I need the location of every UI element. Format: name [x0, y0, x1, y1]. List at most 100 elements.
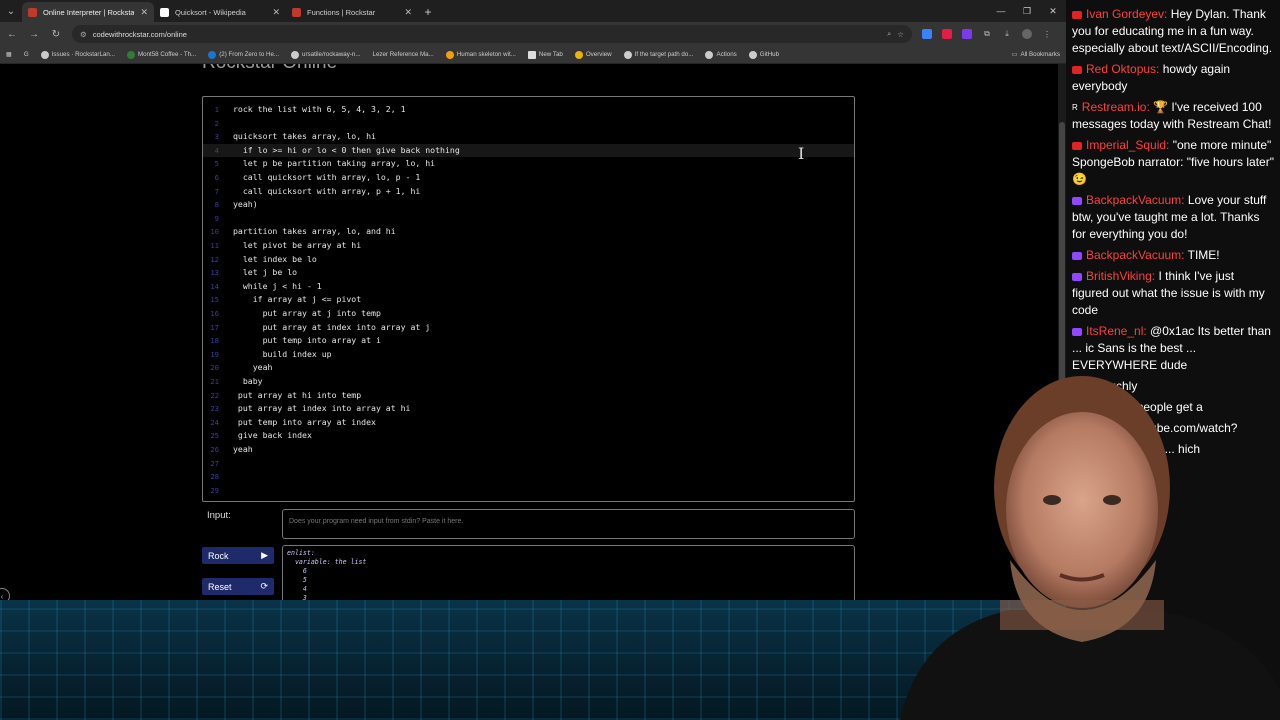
program-output: enlist: variable: the list 6 5 4 3 [282, 545, 855, 600]
bookmark-item[interactable]: Lezer Reference Ma... [373, 51, 434, 58]
code-line[interactable]: 15 if array at j <= pivot [203, 293, 854, 307]
line-number: 9 [214, 213, 219, 223]
code-text: if array at j <= pivot [233, 294, 362, 305]
line-number: 10 [210, 227, 219, 237]
close-window-icon[interactable]: ✕ [1040, 0, 1066, 22]
code-text: build index up [233, 348, 332, 359]
extensions-puzzle-icon[interactable]: ⧉ [982, 29, 992, 39]
code-line[interactable]: 13 let j be lo [203, 266, 854, 280]
code-line[interactable]: 23 put array at index into array at hi [203, 402, 854, 416]
back-icon[interactable]: ← [6, 29, 18, 40]
tab-search-icon[interactable]: ⌄ [0, 0, 22, 22]
code-line[interactable]: 11 let pivot be array at hi [203, 239, 854, 253]
code-line[interactable]: 14 while j < hi - 1 [203, 280, 854, 294]
bookmark-item[interactable]: Issues · RockstarLan... [40, 50, 115, 59]
tab-functions-rockstar[interactable]: Functions | Rockstar ✕ [286, 2, 418, 22]
extension-icon[interactable] [942, 29, 952, 39]
bookmark-item[interactable]: Mont58 Coffee - Th... [126, 50, 196, 59]
extension-icon[interactable] [962, 29, 972, 39]
bookmark-item[interactable]: Overview [574, 50, 612, 59]
extension-icon[interactable] [922, 29, 932, 39]
zoom-icon[interactable]: ⌕ [887, 29, 891, 39]
code-line[interactable]: 25 give back index [203, 429, 854, 443]
menu-kebab-icon[interactable]: ⋮ [1042, 29, 1052, 39]
site-info-icon[interactable]: ⚙ [80, 30, 87, 39]
code-line[interactable]: 6 call quicksort with array, lo, p - 1 [203, 171, 854, 185]
bookmark-item[interactable]: G [24, 51, 29, 58]
apps-grid-icon[interactable]: ▦ [6, 51, 12, 58]
extension-icons: ⧉ ⤓ ⋮ [922, 29, 1052, 39]
chat-message: Red Oktopus: howdy again everybody [1072, 61, 1274, 95]
code-text: put array at index into array at j [233, 321, 431, 332]
close-tab-icon[interactable]: ✕ [272, 7, 280, 18]
code-line[interactable]: 26 yeah [203, 443, 854, 457]
chat-message: Ivan Gordeyev: Hey Dylan. Thank you for … [1072, 6, 1274, 57]
code-text: let p be partition taking array, lo, hi [233, 158, 436, 169]
code-line[interactable]: 22 put array at hi into temp [203, 389, 854, 403]
chat-username: BackpackVacuum: [1086, 248, 1188, 263]
bookmark-item[interactable]: ursatile/rockaway-n... [291, 50, 361, 59]
chat-username: ItsRene_nl: [1086, 324, 1151, 339]
code-line[interactable]: 20 yeah [203, 361, 854, 375]
bookmark-star-icon[interactable]: ☆ [897, 30, 904, 39]
code-line[interactable]: 16 put array at j into temp [203, 307, 854, 321]
code-line[interactable]: 10 partition takes array, lo, and hi [203, 225, 854, 239]
input-label: Input: [207, 510, 231, 521]
rock-button[interactable]: Rock ▶ [202, 547, 274, 564]
bookmark-item[interactable]: Human skeleton wit... [445, 50, 516, 59]
reset-button[interactable]: Reset ⟳ [202, 578, 274, 595]
code-text: if lo >= hi or lo < 0 then give back not… [233, 144, 460, 155]
code-text: put array at j into temp [233, 308, 381, 318]
close-tab-icon[interactable]: ✕ [404, 7, 412, 18]
text-cursor-icon: I [798, 144, 805, 163]
bookmarks-bar: ▦ G Issues · RockstarLan... Mont58 Coffe… [0, 46, 1066, 64]
code-editor[interactable]: 1 rock the list with 6, 5, 4, 3, 2, 1 2 3 qu… [202, 96, 855, 502]
code-line[interactable]: 17 put array at index into array at j [203, 321, 854, 335]
tab-title: Quicksort - Wikipedia [175, 7, 246, 17]
rockstar-favicon-icon [292, 7, 301, 17]
chat-message: R Restream.io: 🏆 I've received 100 messag… [1072, 99, 1274, 133]
all-bookmarks-folder[interactable]: ▭ All Bookmarks [1012, 51, 1060, 58]
code-line[interactable]: 3 quicksort takes array, lo, hi [203, 130, 854, 144]
new-tab-button[interactable]: + [418, 2, 438, 22]
code-line[interactable]: 28 [203, 470, 854, 484]
code-line[interactable]: 9 [203, 212, 854, 226]
close-tab-icon[interactable]: ✕ [140, 7, 148, 18]
tab-online-interpreter[interactable]: Online Interpreter | Rockstar ✕ [22, 2, 154, 22]
code-line[interactable]: 24 put temp into array at index [203, 416, 854, 430]
twitch-icon [1072, 252, 1082, 261]
chat-username: Restream.io: [1081, 100, 1154, 114]
minimize-icon[interactable]: — [988, 0, 1014, 22]
bookmark-item[interactable]: If the target path do... [623, 50, 693, 59]
bookmark-item[interactable]: New Tab [527, 50, 563, 59]
collapse-arrow-icon[interactable]: ‹ [0, 588, 10, 600]
restore-icon[interactable]: ❐ [1014, 0, 1040, 22]
code-line[interactable]: 21 baby [203, 375, 854, 389]
reload-icon[interactable]: ↻ [50, 29, 62, 40]
code-line[interactable]: 4 if lo >= hi or lo < 0 then give back n… [203, 143, 854, 158]
tab-title: Functions | Rockstar [307, 7, 376, 17]
address-bar[interactable]: ⚙ codewithrockstar.com/online ⌕ ☆ [72, 25, 912, 43]
code-line[interactable]: 2 [203, 117, 854, 131]
bookmark-item[interactable]: Actions [705, 50, 737, 59]
code-line[interactable]: 12 let index be lo [203, 253, 854, 267]
line-number: 17 [210, 322, 219, 332]
code-line[interactable]: 18 put temp into array at i [203, 334, 854, 348]
tab-quicksort-wikipedia[interactable]: Quicksort - Wikipedia ✕ [154, 2, 286, 22]
play-icon: ▶ [261, 550, 268, 560]
code-line[interactable]: 8 yeah) [203, 198, 854, 212]
download-icon[interactable]: ⤓ [1002, 29, 1012, 39]
code-line[interactable]: 7 call quicksort with array, p + 1, hi [203, 185, 854, 199]
bookmark-item[interactable]: (2) From Zero to He... [208, 50, 279, 59]
code-text: partition takes array, lo, and hi [233, 226, 396, 237]
bookmark-item[interactable]: GitHub [748, 50, 779, 59]
code-line[interactable]: 27 [203, 457, 854, 471]
code-line[interactable]: 1 rock the list with 6, 5, 4, 3, 2, 1 [203, 103, 854, 117]
chat-username: Imperial_Squid: [1086, 138, 1173, 153]
stdin-input[interactable]: Does your program need input from stdin?… [282, 509, 855, 539]
code-line[interactable]: 19 build index up [203, 348, 854, 362]
profile-avatar-icon[interactable] [1022, 29, 1032, 39]
forward-icon[interactable]: → [28, 29, 40, 40]
code-line[interactable]: 29 [203, 484, 854, 498]
code-line[interactable]: 5 let p be partition taking array, lo, h… [203, 157, 854, 171]
